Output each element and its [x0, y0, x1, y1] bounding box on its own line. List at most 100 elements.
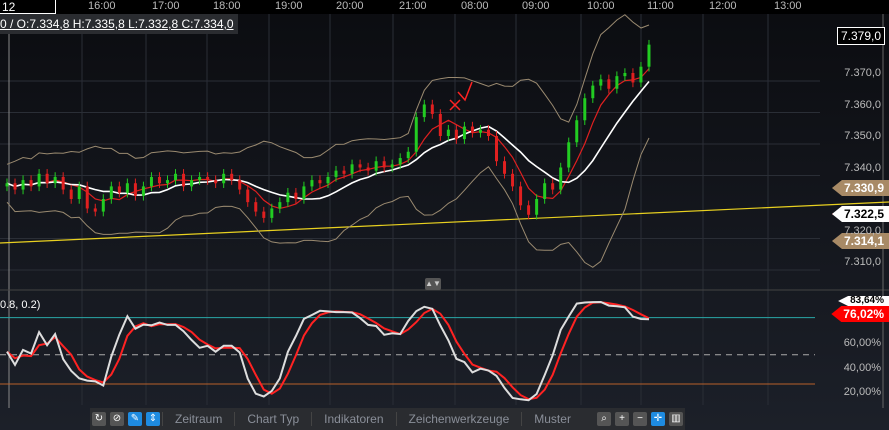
- candle-body: [503, 161, 507, 174]
- candle-body: [286, 192, 290, 203]
- price-label: 7.350,0: [844, 130, 881, 142]
- time-label: 21:00: [399, 0, 427, 12]
- candle-body: [141, 186, 145, 196]
- candle-body: [454, 129, 458, 140]
- time-label: 08:00: [461, 0, 489, 12]
- candle-body: [302, 186, 306, 199]
- candle-body: [109, 186, 113, 199]
- candle-body: [37, 173, 41, 187]
- candle-body: [470, 126, 474, 133]
- price-label: 7.370,0: [844, 67, 881, 79]
- candle-body: [511, 173, 515, 187]
- candle-body: [246, 189, 250, 203]
- trendline: [0, 201, 889, 244]
- trendline-tag: 7.322,5: [831, 206, 889, 222]
- candle-body: [238, 180, 242, 190]
- candle-body: [13, 183, 17, 190]
- candle-body: [310, 180, 314, 187]
- collapse-panel-button[interactable]: ▲▼: [425, 278, 441, 290]
- candle-body: [478, 129, 482, 133]
- upper-band-tag: 7.330,9: [831, 180, 889, 196]
- candle-body: [495, 136, 499, 162]
- candle-body: [294, 192, 298, 199]
- price-chart[interactable]: [0, 0, 889, 430]
- last-price-box: 7.379,0: [837, 27, 886, 45]
- candle-body: [414, 117, 418, 152]
- search-icon[interactable]: ⌕: [597, 412, 611, 426]
- candle-body: [262, 211, 266, 218]
- candle-body: [69, 189, 73, 199]
- candle-body: [607, 79, 611, 89]
- time-label: 10:00: [587, 0, 615, 12]
- zoom-in-icon[interactable]: +: [615, 412, 629, 426]
- candle-body: [45, 173, 49, 184]
- candle-body: [174, 173, 178, 181]
- time-label: 17:00: [152, 0, 180, 12]
- candle-body: [165, 180, 169, 184]
- candle-body: [21, 180, 25, 190]
- candle-body: [527, 205, 531, 215]
- pencil-icon[interactable]: ✎: [128, 412, 142, 426]
- candle-body: [519, 186, 523, 206]
- candle-body: [334, 170, 338, 177]
- candle-body: [350, 164, 354, 174]
- candle-body: [631, 73, 635, 83]
- candle-body: [77, 186, 81, 199]
- candle-body: [559, 167, 563, 190]
- price-label: 7.310,0: [844, 256, 881, 268]
- signal-marker: [449, 81, 473, 111]
- candle-body: [639, 66, 643, 83]
- candle-body: [101, 199, 105, 212]
- candle-body: [390, 164, 394, 168]
- time-label: 20:00: [336, 0, 364, 12]
- candle-body: [270, 208, 274, 218]
- price-label: 7.320,0: [844, 224, 881, 237]
- candle-body: [382, 161, 386, 168]
- candle-body: [615, 76, 619, 89]
- time-label: 16:00: [88, 0, 116, 12]
- candle-body: [366, 167, 370, 171]
- candle-body: [623, 73, 627, 77]
- candle-body: [278, 202, 282, 209]
- candle-body: [358, 164, 362, 168]
- osc-d-tag: 76,02%: [831, 306, 889, 322]
- candle-body: [486, 129, 490, 136]
- candle-body: [326, 176, 330, 184]
- candle-body: [206, 176, 210, 181]
- ohlc-readout: 0 / O:7.334,8 H:7.335,8 L:7.332,8 C:7.33…: [0, 14, 238, 34]
- price-label: 7.360,0: [844, 98, 881, 111]
- osc-level-20: 20,00%: [843, 386, 881, 398]
- candle-body: [374, 161, 378, 171]
- up-down-icon[interactable]: ⇕: [146, 412, 160, 426]
- candle-body: [406, 151, 410, 159]
- crosshair-icon[interactable]: ✛: [651, 412, 665, 426]
- candle-body: [551, 183, 555, 190]
- candle-body: [575, 120, 579, 143]
- oscillator-label: 0.8, 0.2): [0, 299, 41, 311]
- time-label: 18:00: [213, 0, 241, 12]
- candle-body: [149, 176, 153, 187]
- chart-window: 16:00 17:00 18:00 19:00 20:00 21:00 08:00 09:00…: [0, 0, 889, 430]
- candle-body: [583, 98, 587, 121]
- candle-body: [117, 186, 121, 193]
- menu-indikatoren[interactable]: Indikatoren: [311, 412, 395, 426]
- upper-bollinger-band: [6, 14, 650, 165]
- candle-body: [591, 85, 595, 99]
- scale-icon[interactable]: ▥: [669, 412, 683, 426]
- menu-chart-typ[interactable]: Chart Typ: [234, 412, 311, 426]
- osc-level-40: 40,00%: [843, 362, 881, 374]
- menu-muster[interactable]: Muster: [521, 412, 583, 426]
- chart-toolbar: ↻ ⊘ ✎ ⇕ Zeitraum Chart Typ Indikatoren Z…: [90, 408, 685, 430]
- menu-zeichenwerkzeuge[interactable]: Zeichenwerkzeuge: [395, 412, 522, 426]
- candle-body: [5, 183, 9, 187]
- refresh-icon[interactable]: ↻: [92, 412, 106, 426]
- candle-body: [190, 180, 194, 187]
- zoom-out-icon[interactable]: −: [633, 412, 647, 426]
- candle-body: [462, 126, 466, 140]
- candle-body: [157, 176, 161, 184]
- candle-body: [29, 180, 33, 187]
- candle-body: [567, 142, 571, 168]
- clear-icon[interactable]: ⊘: [110, 412, 124, 426]
- price-label: 7.340,0: [844, 161, 881, 174]
- menu-zeitraum[interactable]: Zeitraum: [162, 412, 234, 426]
